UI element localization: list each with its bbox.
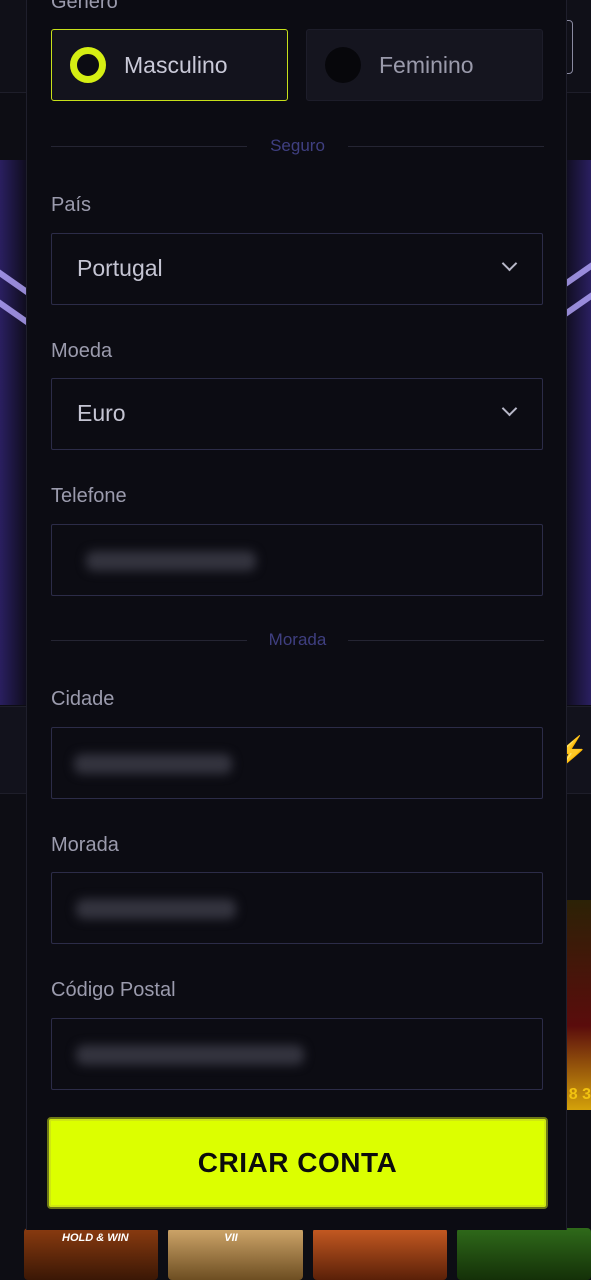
chevron-down-icon [504, 403, 516, 415]
registration-modal: Género Masculino Feminino Seguro País Po… [26, 0, 567, 1230]
chevron-down-icon [504, 258, 516, 270]
city-label: Cidade [51, 688, 115, 710]
phone-input[interactable] [51, 524, 543, 596]
game-tile: VII [168, 1228, 303, 1280]
radio-unselected-icon [325, 47, 361, 83]
section-divider-security: Seguro [51, 136, 544, 156]
section-divider-address: Morada [51, 630, 544, 650]
game-tile [456, 1228, 591, 1280]
gender-option-male-label: Masculino [124, 51, 228, 78]
gender-option-female[interactable]: Feminino [306, 29, 543, 101]
background-game-tiles: HOLD & WIN VII [0, 1228, 591, 1280]
address-input[interactable] [51, 872, 543, 944]
create-account-button[interactable]: CRIAR CONTA [47, 1117, 548, 1209]
country-select[interactable]: Portugal [51, 233, 543, 305]
country-label: País [51, 194, 92, 216]
divider-line [348, 146, 544, 147]
divider-line [348, 640, 544, 641]
currency-select[interactable]: Euro [51, 378, 543, 450]
gender-label: Género [51, 0, 118, 13]
redacted-value [76, 899, 236, 919]
redacted-value [86, 551, 256, 571]
game-tile-label: VII [224, 1232, 238, 1244]
phone-label: Telefone [51, 485, 127, 507]
postal-code-input[interactable] [51, 1018, 543, 1090]
game-tile [312, 1228, 447, 1280]
address-label: Morada [51, 834, 119, 856]
redacted-value [76, 1045, 304, 1065]
currency-label: Moeda [51, 340, 113, 362]
game-tile: HOLD & WIN [24, 1228, 159, 1280]
game-tile-label: HOLD & WIN [62, 1232, 129, 1244]
background-game-card [565, 900, 591, 1110]
gender-option-female-label: Feminino [379, 51, 474, 78]
currency-select-value: Euro [77, 400, 126, 426]
country-select-value: Portugal [77, 255, 163, 281]
gender-option-male[interactable]: Masculino [51, 29, 288, 101]
radio-selected-icon [70, 47, 106, 83]
redacted-value [74, 754, 232, 774]
background-game-card-number: 8 3 [568, 1086, 591, 1103]
city-input[interactable] [51, 727, 543, 799]
postal-code-label: Código Postal [51, 979, 176, 1001]
